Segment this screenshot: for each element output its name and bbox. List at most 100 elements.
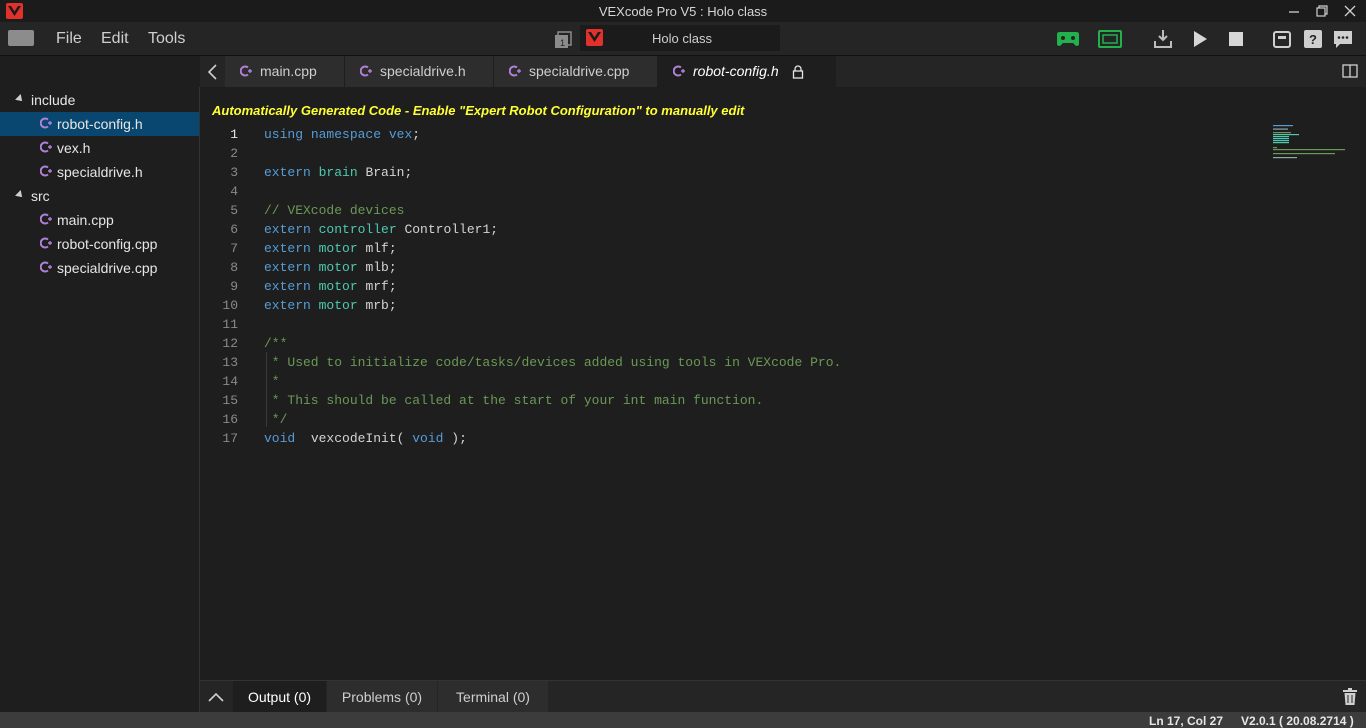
status-bar: Ln 17, Col 27 V2.0.1 ( 20.08.2714 ) [0, 712, 1366, 728]
expand-triangle-icon[interactable] [15, 94, 25, 104]
file-robot-config-cpp[interactable]: robot-config.cpp [0, 232, 199, 256]
indent-guide [266, 352, 267, 427]
code-line: 15 * This should be called at the start … [200, 393, 1260, 412]
download-icon[interactable] [1152, 28, 1174, 50]
code-line: 2 [200, 146, 1260, 165]
code-line: 6 extern controller Controller1; [200, 222, 1260, 241]
cpp-file-icon [673, 65, 685, 77]
cpp-file-icon [40, 261, 52, 273]
cpp-file-icon [240, 65, 252, 77]
code-line: 11 [200, 317, 1260, 336]
folder-src[interactable]: src [0, 184, 199, 208]
code-line: 16 */ [200, 412, 1260, 431]
code-line: 5// VEXcode devices [200, 203, 1260, 222]
restore-icon[interactable] [1313, 2, 1331, 20]
menu-tools[interactable]: Tools [148, 30, 185, 48]
code-minimap[interactable] [1270, 124, 1350, 164]
slot-icon[interactable]: 1 [553, 30, 573, 50]
cpp-file-icon [40, 141, 52, 153]
close-icon[interactable] [1341, 2, 1359, 20]
play-icon[interactable] [1189, 28, 1211, 50]
line-number: 5 [230, 203, 238, 218]
line-number: 6 [230, 222, 238, 237]
chevron-up-icon[interactable] [208, 692, 224, 702]
code-line: 13 * Used to initialize code/tasks/devic… [200, 355, 1260, 374]
file-vex-h[interactable]: vex.h [0, 136, 199, 160]
cpp-file-icon [40, 117, 52, 129]
code-line: 3 extern brain Brain; [200, 165, 1260, 184]
svg-text:1: 1 [560, 38, 565, 48]
bottom-panel-bar: Output (0) Problems (0) Terminal (0) [200, 680, 1366, 713]
project-logo-icon [586, 29, 603, 46]
line-number: 13 [222, 355, 238, 370]
device-info-icon[interactable] [1271, 28, 1293, 50]
editor-tab-bar: main.cpp specialdrive.h specialdrive.cpp… [200, 56, 1366, 87]
cpp-file-icon [360, 65, 372, 77]
tab-specialdrive-h[interactable]: specialdrive.h [345, 56, 494, 87]
line-number: 15 [222, 393, 238, 408]
explorer-header [0, 56, 200, 87]
cpp-file-icon [509, 65, 521, 77]
line-number: 12 [222, 336, 238, 351]
file-robot-config-h[interactable]: robot-config.h [0, 112, 199, 136]
code-line: 8 extern motor mlb; [200, 260, 1260, 279]
line-number: 8 [230, 260, 238, 275]
cpp-file-icon [40, 237, 52, 249]
brain-screen-icon[interactable] [1097, 28, 1123, 50]
code-line: 14 * [200, 374, 1260, 393]
file-main-cpp[interactable]: main.cpp [0, 208, 199, 232]
code-line: 1 using namespace vex; [200, 127, 1260, 146]
project-name: Holo class [652, 31, 712, 46]
line-number: 4 [230, 184, 238, 199]
code-line: 12/** [200, 336, 1260, 355]
collapse-sidebar-chevron-icon[interactable] [206, 62, 220, 82]
file-specialdrive-cpp[interactable]: specialdrive.cpp [0, 256, 199, 280]
menu-edit[interactable]: Edit [101, 30, 129, 48]
trash-icon[interactable] [1342, 688, 1358, 706]
tab-robot-config-h[interactable]: robot-config.h [658, 56, 836, 87]
tab-problems[interactable]: Problems (0) [327, 681, 437, 713]
folder-include[interactable]: include [0, 88, 199, 112]
line-number: 9 [230, 279, 238, 294]
cpp-file-icon [40, 165, 52, 177]
cursor-position: Ln 17, Col 27 [1149, 714, 1224, 728]
line-number: 16 [222, 412, 238, 427]
line-number: 14 [222, 374, 238, 389]
line-number: 17 [222, 431, 238, 446]
controller-icon[interactable] [1054, 28, 1082, 50]
file-explorer: include robot-config.h vex.h specialdriv… [0, 87, 200, 712]
version-label: V2.0.1 ( 20.08.2714 ) [1241, 714, 1354, 728]
code-editor[interactable]: 1 using namespace vex; 2 3 extern brain Br… [200, 124, 1366, 679]
line-number: 11 [222, 317, 238, 332]
project-name-box[interactable]: Holo class [580, 25, 780, 51]
expand-triangle-icon[interactable] [15, 190, 25, 200]
tab-output[interactable]: Output (0) [233, 681, 326, 713]
code-line: 17 void vexcodeInit( void ); [200, 431, 1260, 450]
svg-text:?: ? [1309, 32, 1317, 47]
cpp-file-icon [40, 213, 52, 225]
lock-icon [792, 65, 804, 79]
code-line: 7 extern motor mlf; [200, 241, 1260, 260]
line-number: 1 [230, 127, 238, 142]
tab-main-cpp[interactable]: main.cpp [225, 56, 345, 87]
help-icon[interactable]: ? [1302, 28, 1324, 50]
code-line: 9 extern motor mrf; [200, 279, 1260, 298]
tab-specialdrive-cpp[interactable]: specialdrive.cpp [494, 56, 658, 87]
code-line: 10 extern motor mrb; [200, 298, 1260, 317]
window-title: VEXcode Pro V5 : Holo class [598, 4, 768, 19]
title-bar: VEXcode Pro V5 : Holo class [0, 0, 1366, 22]
stop-icon[interactable] [1225, 28, 1247, 50]
tab-terminal[interactable]: Terminal (0) [438, 681, 548, 713]
file-specialdrive-h[interactable]: specialdrive.h [0, 160, 199, 184]
minimize-icon[interactable] [1285, 2, 1303, 20]
menu-bar: File Edit Tools 1 Holo class ? [0, 22, 1366, 56]
line-number: 7 [230, 241, 238, 256]
line-number: 10 [222, 298, 238, 313]
line-number: 3 [230, 165, 238, 180]
auto-generated-notice: Automatically Generated Code - Enable "E… [212, 103, 745, 118]
vex-brand-icon [8, 30, 34, 46]
feedback-icon[interactable] [1332, 28, 1354, 50]
split-editor-icon[interactable] [1342, 64, 1358, 78]
menu-file[interactable]: File [56, 30, 82, 48]
code-line: 4 [200, 184, 1260, 203]
